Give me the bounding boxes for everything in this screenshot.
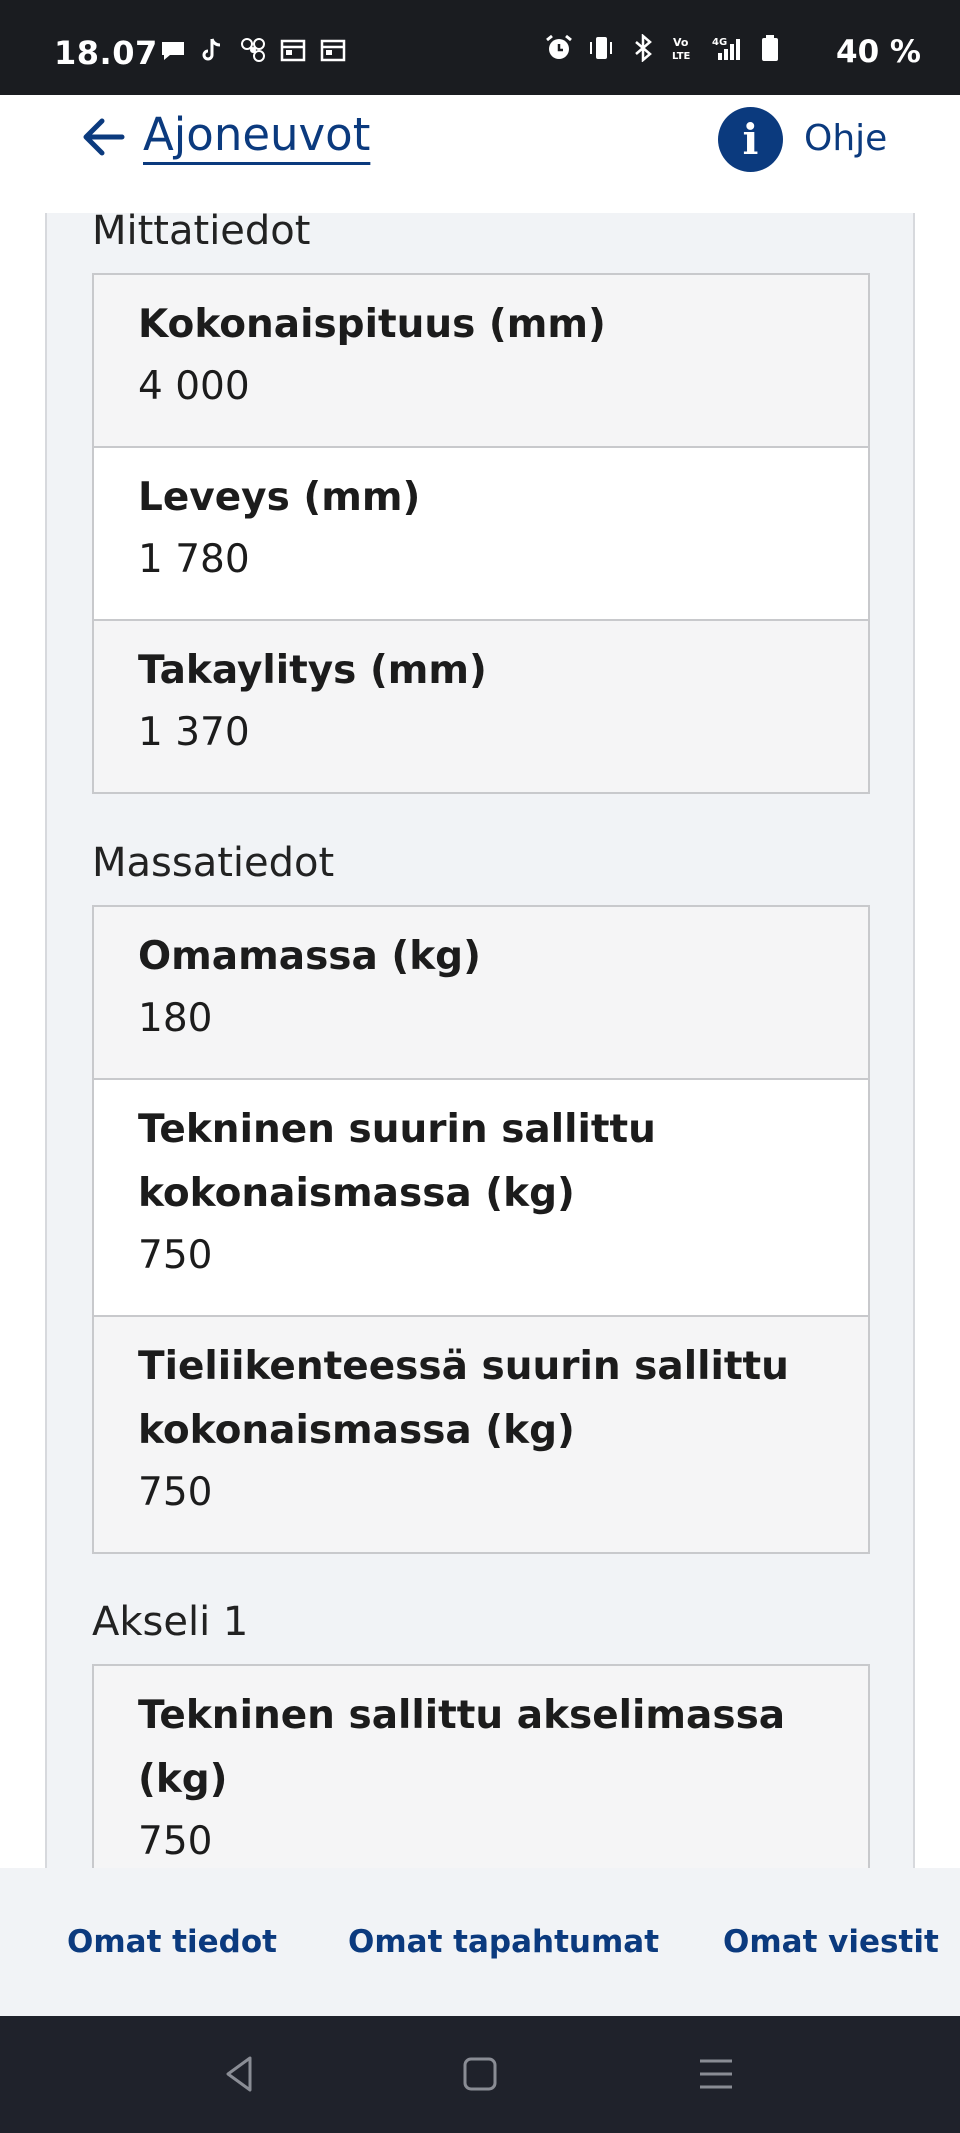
row-label: Tekninen sallittu akselimassa (kg) [138, 1693, 786, 1802]
nav-link-own-messages[interactable]: Omat viestit [723, 1924, 939, 1960]
table-row: Leveys (mm) 1 780 [94, 448, 868, 621]
alarm-icon [546, 34, 572, 59]
row-value: 750 [138, 1233, 213, 1278]
bluetooth-icon [635, 34, 652, 62]
svg-text:Vo: Vo [673, 36, 689, 49]
status-bar: 18.07 Vo LTE 4G 40 % [0, 0, 960, 95]
info-icon[interactable]: i [718, 107, 783, 172]
system-recents-icon[interactable] [694, 2052, 738, 2096]
battery-percentage: 40 % [836, 34, 921, 70]
system-navigation-bar [0, 2016, 960, 2133]
back-arrow-icon[interactable] [78, 115, 126, 159]
nav-link-own-info[interactable]: Omat tiedot [67, 1924, 277, 1960]
svg-text:LTE: LTE [672, 51, 691, 62]
section-heading-axle: Akseli 1 [92, 1599, 249, 1645]
row-label: Omamassa (kg) [138, 934, 481, 979]
axle-table: Tekninen sallittu akselimassa (kg) 750 [92, 1664, 870, 1868]
row-value: 1 780 [138, 537, 250, 582]
mass-table: Omamassa (kg) 180 Tekninen suurin sallit… [92, 905, 870, 1554]
table-row: Omamassa (kg) 180 [94, 907, 868, 1080]
system-home-icon[interactable] [458, 2052, 502, 2096]
system-back-icon[interactable] [218, 2052, 262, 2096]
table-row: Tieliikenteessä suurin sallittu kokonais… [94, 1317, 868, 1552]
row-label: Kokonaispituus (mm) [138, 302, 606, 347]
row-label: Tieliikenteessä suurin sallittu kokonais… [138, 1344, 789, 1453]
notification-icons [158, 36, 348, 64]
status-time: 18.07 [54, 34, 158, 72]
app-header: Ajoneuvot i Ohje [0, 95, 960, 213]
system-status-icons: Vo LTE 4G [544, 34, 784, 62]
back-link-title[interactable]: Ajoneuvot [143, 108, 370, 161]
table-row: Tekninen sallittu akselimassa (kg) 750 [94, 1666, 868, 1868]
row-value: 4 000 [138, 364, 250, 409]
dimensions-table: Kokonaispituus (mm) 4 000 Leveys (mm) 1 … [92, 273, 870, 794]
row-label: Tekninen suurin sallittu kokonaismassa (… [138, 1107, 656, 1216]
tiktok-icon [202, 38, 221, 61]
row-label: Takaylitys (mm) [138, 648, 487, 693]
vibrate-icon [590, 37, 612, 59]
signal-4g-icon: 4G [712, 37, 740, 60]
table-row: Kokonaispituus (mm) 4 000 [94, 275, 868, 448]
row-label: Leveys (mm) [138, 475, 421, 520]
row-value: 750 [138, 1819, 213, 1864]
chat-bubble-icon [162, 42, 184, 60]
row-value: 180 [138, 996, 213, 1041]
calendar-icon [280, 39, 306, 62]
vehicle-details-panel[interactable]: Mittatiedot Kokonaispituus (mm) 4 000 Le… [45, 213, 915, 1868]
calendar-icon [320, 39, 346, 62]
svg-text:4G: 4G [712, 37, 727, 48]
volte-icon: Vo LTE [672, 36, 691, 62]
table-row: Takaylitys (mm) 1 370 [94, 621, 868, 792]
section-heading-dimensions: Mittatiedot [92, 213, 311, 254]
row-value: 750 [138, 1470, 213, 1515]
row-value: 1 370 [138, 710, 250, 755]
help-link[interactable]: Ohje [804, 118, 887, 159]
section-heading-mass: Massatiedot [92, 840, 335, 886]
fan-icon [241, 38, 265, 62]
table-row: Tekninen suurin sallittu kokonaismassa (… [94, 1080, 868, 1317]
nav-link-own-events[interactable]: Omat tapahtumat [348, 1924, 659, 1960]
battery-icon [762, 35, 778, 61]
bottom-navigation: Omat tiedot Omat tapahtumat Omat viestit [0, 1868, 960, 2016]
